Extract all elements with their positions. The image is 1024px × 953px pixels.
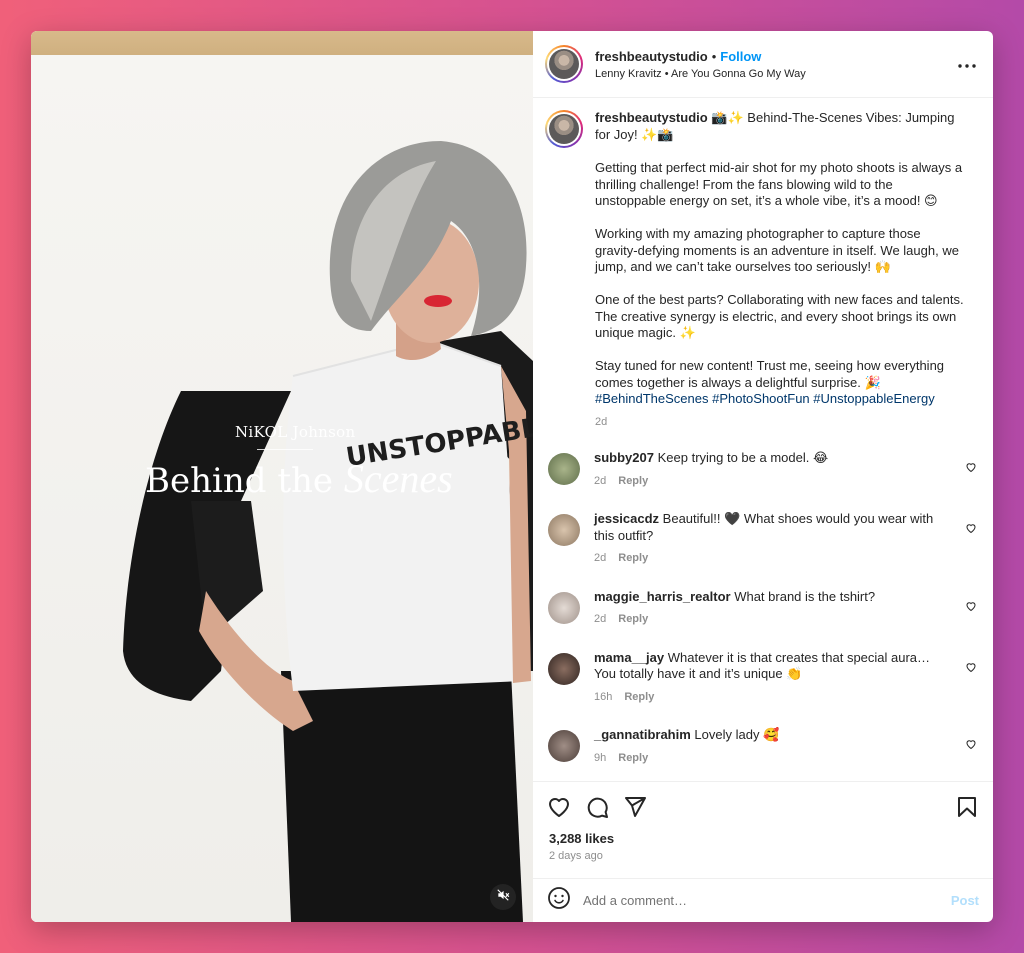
caption-avatar[interactable] [545,110,583,148]
comment-icon[interactable] [585,795,609,819]
post-side-panel: freshbeautystudio • Follow Lenny Kravitz •… [533,31,993,922]
comment-like-icon[interactable] [965,521,977,539]
caption-hashtags[interactable]: #BehindTheScenes #PhotoShootFun #Unstopp… [595,391,935,406]
follow-button[interactable]: Follow [720,49,761,64]
posted-time: 2 days ago [549,850,603,862]
comment-username[interactable]: subby207 [594,450,654,465]
comment-avatar[interactable] [548,591,580,624]
comment-time: 2d [594,613,607,625]
comment-text: What brand is the tshirt? [734,588,876,604]
comment-item: _gannatibrahim Lovely lady 🥰 9h Reply [545,727,977,766]
comment-like-icon[interactable] [965,660,977,678]
comments-scroll-area[interactable]: freshbeautystudio 📸✨ Behind-The-Scenes V… [533,98,993,781]
caption-paragraph: Working with my amazing photographer to … [595,226,959,274]
likes-count[interactable]: 3,288 likes [533,831,993,846]
post-modal: UNSTOPPABLE. NiKOL Johnson Behind the Sc… [31,31,993,922]
post-header: freshbeautystudio • Follow Lenny Kravitz •… [533,31,993,98]
overlay-divider [257,449,313,450]
post-actions-bar [533,781,993,831]
comment-like-icon[interactable] [965,737,977,755]
caption-paragraph: One of the best parts? Collaborating wit… [595,292,964,340]
reply-button[interactable]: Reply [624,691,654,703]
comment-like-icon[interactable] [965,599,977,617]
comment-text: Keep trying to be a model. 😂 [657,450,829,465]
reply-button[interactable]: Reply [618,752,648,764]
comment-username[interactable]: maggie_harris_realtor [594,589,731,604]
comment-input[interactable] [583,893,951,908]
comment-item: maggie_harris_realtor What brand is the … [545,589,977,628]
add-comment-bar: Post [533,878,993,922]
comment-time: 2d [594,474,607,487]
emoji-icon[interactable] [547,886,571,915]
comment-item: subby207 Keep trying to be a model. 😂 2d… [545,450,977,489]
overlay-title-script: Scenes [343,456,453,501]
overlay-title-plain: Behind the [145,461,334,501]
comment-avatar[interactable] [548,514,580,546]
muted-speaker-icon [496,888,510,907]
comment-item: jessicacdz Beautiful!! 🖤 What shoes woul… [545,511,977,567]
comment-avatar[interactable] [548,730,580,762]
caption-username[interactable]: freshbeautystudio [595,110,708,125]
comment-item: mama__jay Whatever it is that creates th… [545,650,977,706]
caption-paragraph: Getting that perfect mid-air shot for my… [595,160,963,208]
caption-paragraph: Stay tuned for new content! Trust me, se… [595,358,945,390]
bookmark-icon[interactable] [955,795,979,819]
header-username[interactable]: freshbeautystudio [595,49,708,64]
comment-time: 9h [594,751,607,764]
comment-username[interactable]: mama__jay [594,650,664,665]
comment-like-icon[interactable] [965,460,977,478]
post-media[interactable]: UNSTOPPABLE. NiKOL Johnson Behind the Sc… [31,31,533,922]
comment-time: 16h [594,690,613,703]
caption-time: 2d [595,415,608,428]
audio-track[interactable]: Lenny Kravitz • Are You Gonna Go My Way [595,67,955,82]
post-comment-button[interactable]: Post [951,893,979,908]
comment-text: Lovely lady 🥰 [694,727,780,742]
overlay-title: Behind the Scenes [145,455,453,502]
overlay-brand-name: NiKOL Johnson [235,423,356,441]
comment-time: 2d [594,552,607,564]
share-icon[interactable] [623,795,647,819]
reply-button[interactable]: Reply [618,475,648,487]
heart-icon[interactable] [547,795,571,819]
more-options-button[interactable] [955,52,979,76]
comment-username[interactable]: _gannatibrahim [594,727,691,742]
more-options-icon [958,55,976,73]
avatar[interactable] [545,45,583,83]
caption: freshbeautystudio 📸✨ Behind-The-Scenes V… [545,110,977,430]
reply-button[interactable]: Reply [618,552,648,564]
comment-avatar[interactable] [548,652,580,685]
comment-avatar[interactable] [548,453,580,485]
comment-username[interactable]: jessicacdz [594,511,659,526]
reply-button[interactable]: Reply [618,613,648,625]
mute-button[interactable] [490,884,516,910]
separator-dot: • [711,48,717,64]
